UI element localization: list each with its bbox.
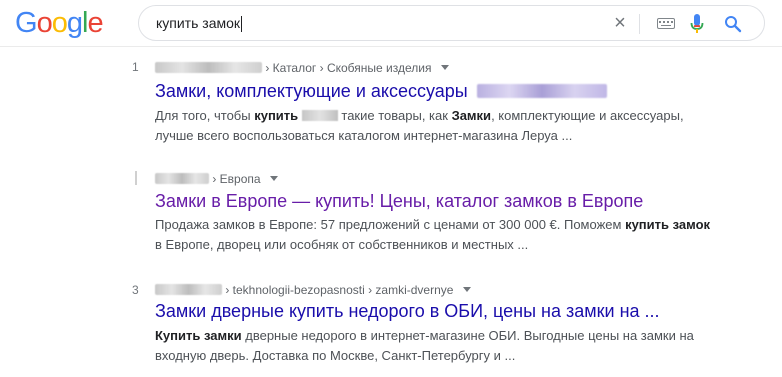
blurred-word: [301, 110, 338, 121]
microphone-icon[interactable]: [690, 14, 704, 34]
snippet-text: Продажа замков в Европе: 57 предложений …: [155, 217, 626, 232]
result-snippet: Для того, чтобы купить такие товары, как…: [155, 106, 715, 146]
result-breadcrumb[interactable]: › Каталог › Скобяные изделия: [155, 61, 449, 75]
logo-letter: o: [51, 7, 68, 39]
result-title-link[interactable]: Замки, комплектующие и аксессуары: [155, 80, 607, 102]
dropdown-arrow-icon[interactable]: [440, 65, 449, 70]
result-breadcrumb[interactable]: › tekhnologii-bezopasnosti › zamki-dvern…: [155, 283, 471, 297]
result-breadcrumb[interactable]: › Европа: [155, 172, 278, 186]
search-icon[interactable]: [724, 15, 742, 33]
google-logo[interactable]: Google: [15, 7, 104, 39]
breadcrumb-path: › Каталог › Скобяные изделия: [265, 61, 432, 75]
blurred-title-part: [476, 84, 607, 98]
dropdown-arrow-icon[interactable]: [269, 176, 278, 181]
logo-letter: g: [66, 7, 83, 39]
result-title-link[interactable]: Замки дверные купить недорого в ОБИ, цен…: [155, 300, 660, 322]
blurred-domain: [155, 284, 222, 295]
snippet-text: Для того, чтобы: [155, 108, 255, 123]
clear-icon[interactable]: ×: [609, 6, 631, 40]
logo-letter: o: [36, 7, 53, 39]
text-cursor: [241, 16, 243, 33]
blurred-domain: [155, 173, 209, 184]
result-number: [135, 171, 137, 185]
result-number: 1: [132, 60, 139, 74]
divider: [639, 14, 640, 34]
search-box[interactable]: купить замок ×: [138, 5, 765, 41]
keyboard-icon[interactable]: [657, 18, 675, 29]
snippet-text: такие товары, как: [337, 108, 452, 123]
result-title: Замки, комплектующие и аксессуары: [155, 81, 468, 101]
snippet-bold: Замки: [451, 108, 492, 123]
result-snippet: Продажа замков в Европе: 57 предложений …: [155, 215, 715, 255]
snippet-text: в Европе, дворец или особняк от собствен…: [155, 237, 529, 252]
logo-letter: G: [15, 7, 38, 39]
dropdown-arrow-icon[interactable]: [462, 287, 471, 292]
breadcrumb-path: › Европа: [212, 172, 261, 186]
snippet-bold: купить: [254, 108, 299, 123]
snippet-bold: купить замок: [625, 217, 711, 232]
result-title-link[interactable]: Замки в Европе — купить! Цены, каталог з…: [155, 190, 643, 212]
result-number: 3: [132, 283, 139, 297]
blurred-domain: [155, 62, 262, 73]
logo-letter: e: [87, 7, 103, 39]
result-snippet: Купить замки дверные недорого в интернет…: [155, 326, 715, 366]
search-query: купить замок: [156, 15, 241, 31]
search-input[interactable]: купить замок: [156, 6, 243, 40]
snippet-bold: Купить замки: [155, 328, 242, 343]
header: Google купить замок ×: [0, 0, 782, 47]
breadcrumb-path: › tekhnologii-bezopasnosti › zamki-dvern…: [225, 283, 454, 297]
